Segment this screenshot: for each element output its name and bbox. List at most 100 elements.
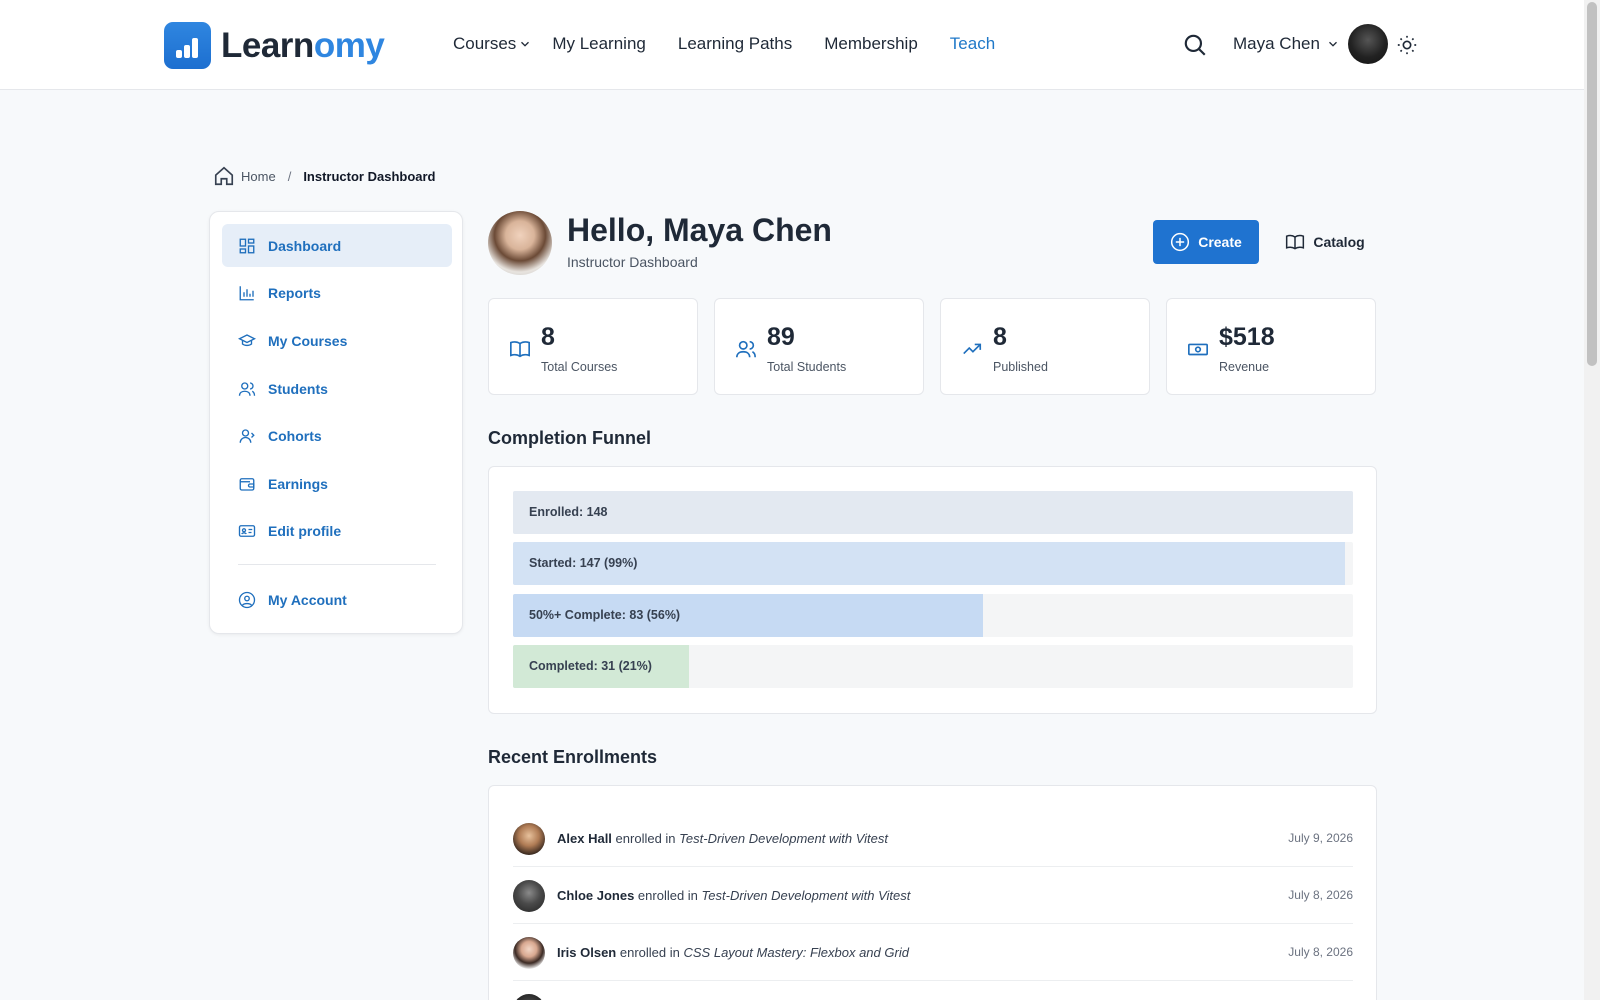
recent-enrollments-title: Recent Enrollments xyxy=(488,747,658,767)
breadcrumb-home[interactable]: Home xyxy=(213,165,276,187)
breadcrumb-current: Instructor Dashboard xyxy=(303,168,436,184)
page-title: Hello, Maya Chen xyxy=(567,212,832,248)
catalog-button-label: Catalog xyxy=(1313,234,1365,250)
nav-membership[interactable]: Membership xyxy=(824,34,918,54)
list-item[interactable]: Alex Hall enrolled in Test-Driven Develo… xyxy=(513,810,1353,867)
stat-value: 89 xyxy=(767,323,795,351)
sidebar-item-my-courses[interactable]: My Courses xyxy=(222,319,452,362)
nav-teach-label: Teach xyxy=(949,34,996,53)
student-name: Iris Olsen xyxy=(557,945,617,960)
page-scrollbar[interactable] xyxy=(1584,0,1600,1000)
instructor-sidebar: Dashboard Reports My Courses Students Co… xyxy=(209,211,463,634)
sidebar-item-my-account[interactable]: My Account xyxy=(222,578,452,621)
student-name: Chloe Jones xyxy=(557,888,635,903)
list-item[interactable]: Iris Olsen enrolled in CSS Layout Master… xyxy=(513,924,1353,981)
funnel-label: Enrolled: 148 xyxy=(529,505,608,519)
brand-logo[interactable]: Learnomy xyxy=(164,22,385,69)
main-nav: Courses My Learning Learning Paths Membe… xyxy=(453,34,1027,54)
logo-bars-icon xyxy=(164,22,211,69)
enrollment-text: Chloe Jones enrolled in Test-Driven Deve… xyxy=(557,888,910,903)
user-menu[interactable]: Maya Chen xyxy=(1233,24,1388,64)
nav-my-learning[interactable]: My Learning xyxy=(552,34,646,54)
stat-card-published: 8 Published xyxy=(940,298,1150,395)
page-subtitle: Instructor Dashboard xyxy=(567,254,698,270)
book-open-icon xyxy=(1286,234,1305,250)
breadcrumb-home-label: Home xyxy=(241,168,276,184)
sidebar-item-dashboard[interactable]: Dashboard xyxy=(222,224,452,267)
users-icon xyxy=(238,381,256,396)
course-name: CSS Layout Mastery: Flexbox and Grid xyxy=(683,945,909,960)
sidebar-item-edit-profile[interactable]: Edit profile xyxy=(222,509,452,552)
nav-my-learning-label: My Learning xyxy=(552,34,646,53)
sidebar-item-students[interactable]: Students xyxy=(222,367,452,410)
nav-teach[interactable]: Teach xyxy=(950,34,995,54)
sidebar-item-cohorts[interactable]: Cohorts xyxy=(222,414,452,457)
completion-funnel-card: Enrolled: 148 Started: 147 (99%) 50%+ Co… xyxy=(488,466,1377,714)
stat-card-total-courses: 8 Total Courses xyxy=(488,298,698,395)
nav-learning-paths-label: Learning Paths xyxy=(677,34,793,53)
catalog-button[interactable]: Catalog xyxy=(1275,220,1375,264)
stat-card-revenue: $518 Revenue xyxy=(1166,298,1376,395)
nav-courses[interactable]: Courses xyxy=(453,34,532,54)
nav-learning-paths[interactable]: Learning Paths xyxy=(678,34,792,54)
user-circle-icon xyxy=(238,591,256,608)
stat-label: Published xyxy=(993,360,1048,374)
breadcrumb: Home / Instructor Dashboard xyxy=(213,165,436,187)
search-icon[interactable] xyxy=(1182,32,1208,58)
dashboard-icon xyxy=(239,238,255,253)
stat-label: Total Courses xyxy=(541,360,618,374)
bar-chart-icon xyxy=(239,285,254,300)
funnel-bar xyxy=(513,542,1345,585)
trending-up-icon xyxy=(963,343,982,355)
book-open-icon xyxy=(510,341,530,358)
instructor-avatar xyxy=(488,211,552,275)
funnel-bar xyxy=(513,491,1353,534)
sidebar-item-label: My Account xyxy=(268,591,347,608)
banknote-icon xyxy=(1188,343,1208,356)
enrollment-date: July 8, 2026 xyxy=(1288,945,1353,959)
sidebar-item-earnings[interactable]: Earnings xyxy=(222,462,452,505)
funnel-row-completed: Completed: 31 (21%) xyxy=(513,645,1353,688)
sidebar-item-label: My Courses xyxy=(268,332,348,349)
avatar xyxy=(1347,24,1388,64)
home-icon xyxy=(214,166,234,186)
sun-icon[interactable] xyxy=(1396,34,1418,56)
top-navigation-bar: Learnomy Courses My Learning Learning Pa… xyxy=(0,0,1584,90)
sidebar-item-label: Students xyxy=(268,380,328,397)
stat-value: 8 xyxy=(541,323,555,351)
avatar xyxy=(513,823,545,855)
stat-label: Total Students xyxy=(767,360,847,374)
id-card-icon xyxy=(238,524,256,537)
create-button[interactable]: Create xyxy=(1153,220,1259,264)
list-item[interactable]: Chloe Jones enrolled in Test-Driven Deve… xyxy=(513,867,1353,924)
graduation-cap-icon xyxy=(238,333,256,346)
sidebar-item-reports[interactable]: Reports xyxy=(222,271,452,314)
brand-wordmark: Learnomy xyxy=(221,24,385,68)
avatar xyxy=(513,937,545,969)
funnel-label: Started: 147 (99%) xyxy=(529,556,638,570)
enrollment-connector: enrolled in xyxy=(615,831,676,846)
list-item[interactable] xyxy=(513,981,1353,1000)
chevron-down-icon xyxy=(521,41,530,47)
stat-value: $518 xyxy=(1219,323,1275,351)
course-name: Test-Driven Development with Vitest xyxy=(701,888,911,903)
stat-card-total-students: 89 Total Students xyxy=(714,298,924,395)
enrollment-connector: enrolled in xyxy=(637,888,698,903)
create-button-label: Create xyxy=(1198,234,1242,250)
stat-label: Revenue xyxy=(1219,360,1270,374)
funnel-label: 50%+ Complete: 83 (56%) xyxy=(529,608,681,622)
avatar xyxy=(513,994,545,1000)
student-name: Alex Hall xyxy=(557,831,612,846)
breadcrumb-separator: / xyxy=(287,168,292,184)
funnel-label: Completed: 31 (21%) xyxy=(529,659,652,673)
brand-word-accent: omy xyxy=(313,25,385,65)
funnel-row-enrolled: Enrolled: 148 xyxy=(513,491,1353,534)
sidebar-divider xyxy=(238,564,436,565)
plus-circle-icon xyxy=(1171,232,1190,252)
sidebar-item-label: Edit profile xyxy=(268,522,342,539)
course-name: Test-Driven Development with Vitest xyxy=(679,831,888,846)
wallet-icon xyxy=(239,477,255,491)
scrollbar-thumb[interactable] xyxy=(1587,2,1597,366)
sidebar-item-label: Reports xyxy=(268,284,321,301)
enrollment-connector: enrolled in xyxy=(619,945,680,960)
